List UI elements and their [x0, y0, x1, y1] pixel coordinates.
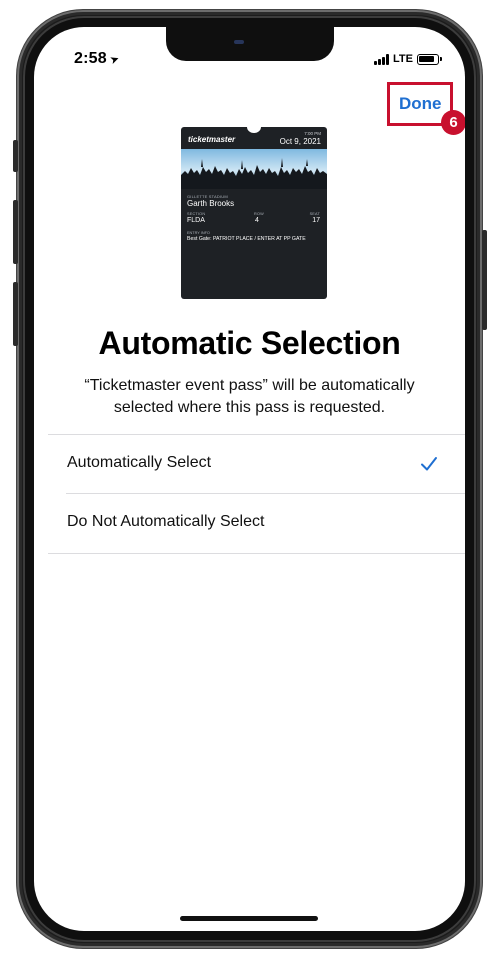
pass-seat-label: SEAT [309, 212, 320, 216]
volume-up-button [13, 200, 18, 264]
status-time: 2:58➤ [74, 50, 122, 68]
side-button [482, 230, 487, 330]
checkmark-icon [421, 457, 437, 471]
option-automatically-select[interactable]: Automatically Select [48, 435, 465, 494]
done-button[interactable]: Done [399, 94, 442, 114]
phone-screen: 2:58➤ LTE Done 6 ticketmaster 7:00 PM Oc… [34, 27, 465, 931]
pass-notch [247, 127, 261, 133]
notch [166, 27, 334, 61]
pass-section-value: FLDA [187, 217, 205, 224]
pass-brand: ticketmaster [188, 135, 236, 144]
page-title: Automatic Selection [98, 325, 401, 361]
front-camera [234, 40, 244, 44]
concert-crowd-image [181, 149, 327, 189]
pass-seat-value: 17 [312, 217, 320, 224]
cellular-signal-icon [374, 53, 389, 65]
ticket-pass-thumbnail: ticketmaster 7:00 PM Oct 9, 2021 GILLETT… [181, 127, 327, 299]
status-time-label: 2:58 [74, 50, 107, 67]
screenshot-stage: 2:58➤ LTE Done 6 ticketmaster 7:00 PM Oc… [0, 0, 495, 956]
battery-icon [416, 53, 442, 65]
silent-switch [13, 140, 18, 172]
pass-date: Oct 9, 2021 [279, 137, 321, 146]
home-indicator[interactable] [180, 916, 318, 921]
pass-time: 7:00 PM [304, 131, 321, 136]
pass-entry-label: ENTRY INFO [187, 231, 210, 235]
network-type-label: LTE [393, 53, 413, 65]
pass-row-label: ROW [254, 212, 264, 216]
volume-down-button [13, 282, 18, 346]
status-indicators: LTE [374, 51, 442, 67]
pass-artist: Garth Brooks [187, 199, 235, 208]
pass-section-label: SECTION [187, 212, 206, 216]
option-label: Do Not Automatically Select [67, 513, 265, 530]
list-divider [48, 553, 465, 554]
pass-row-value: 4 [255, 217, 259, 224]
pass-entry-value: Best Gate: PATRIOT PLACE / ENTER AT PP G… [187, 236, 306, 242]
page-description: “Ticketmaster event pass” will be automa… [84, 377, 415, 416]
option-do-not-automatically-select[interactable]: Do Not Automatically Select [48, 494, 465, 553]
option-label: Automatically Select [67, 454, 212, 471]
location-arrow-icon: ➤ [108, 52, 122, 68]
step-badge: 6 [441, 110, 465, 135]
